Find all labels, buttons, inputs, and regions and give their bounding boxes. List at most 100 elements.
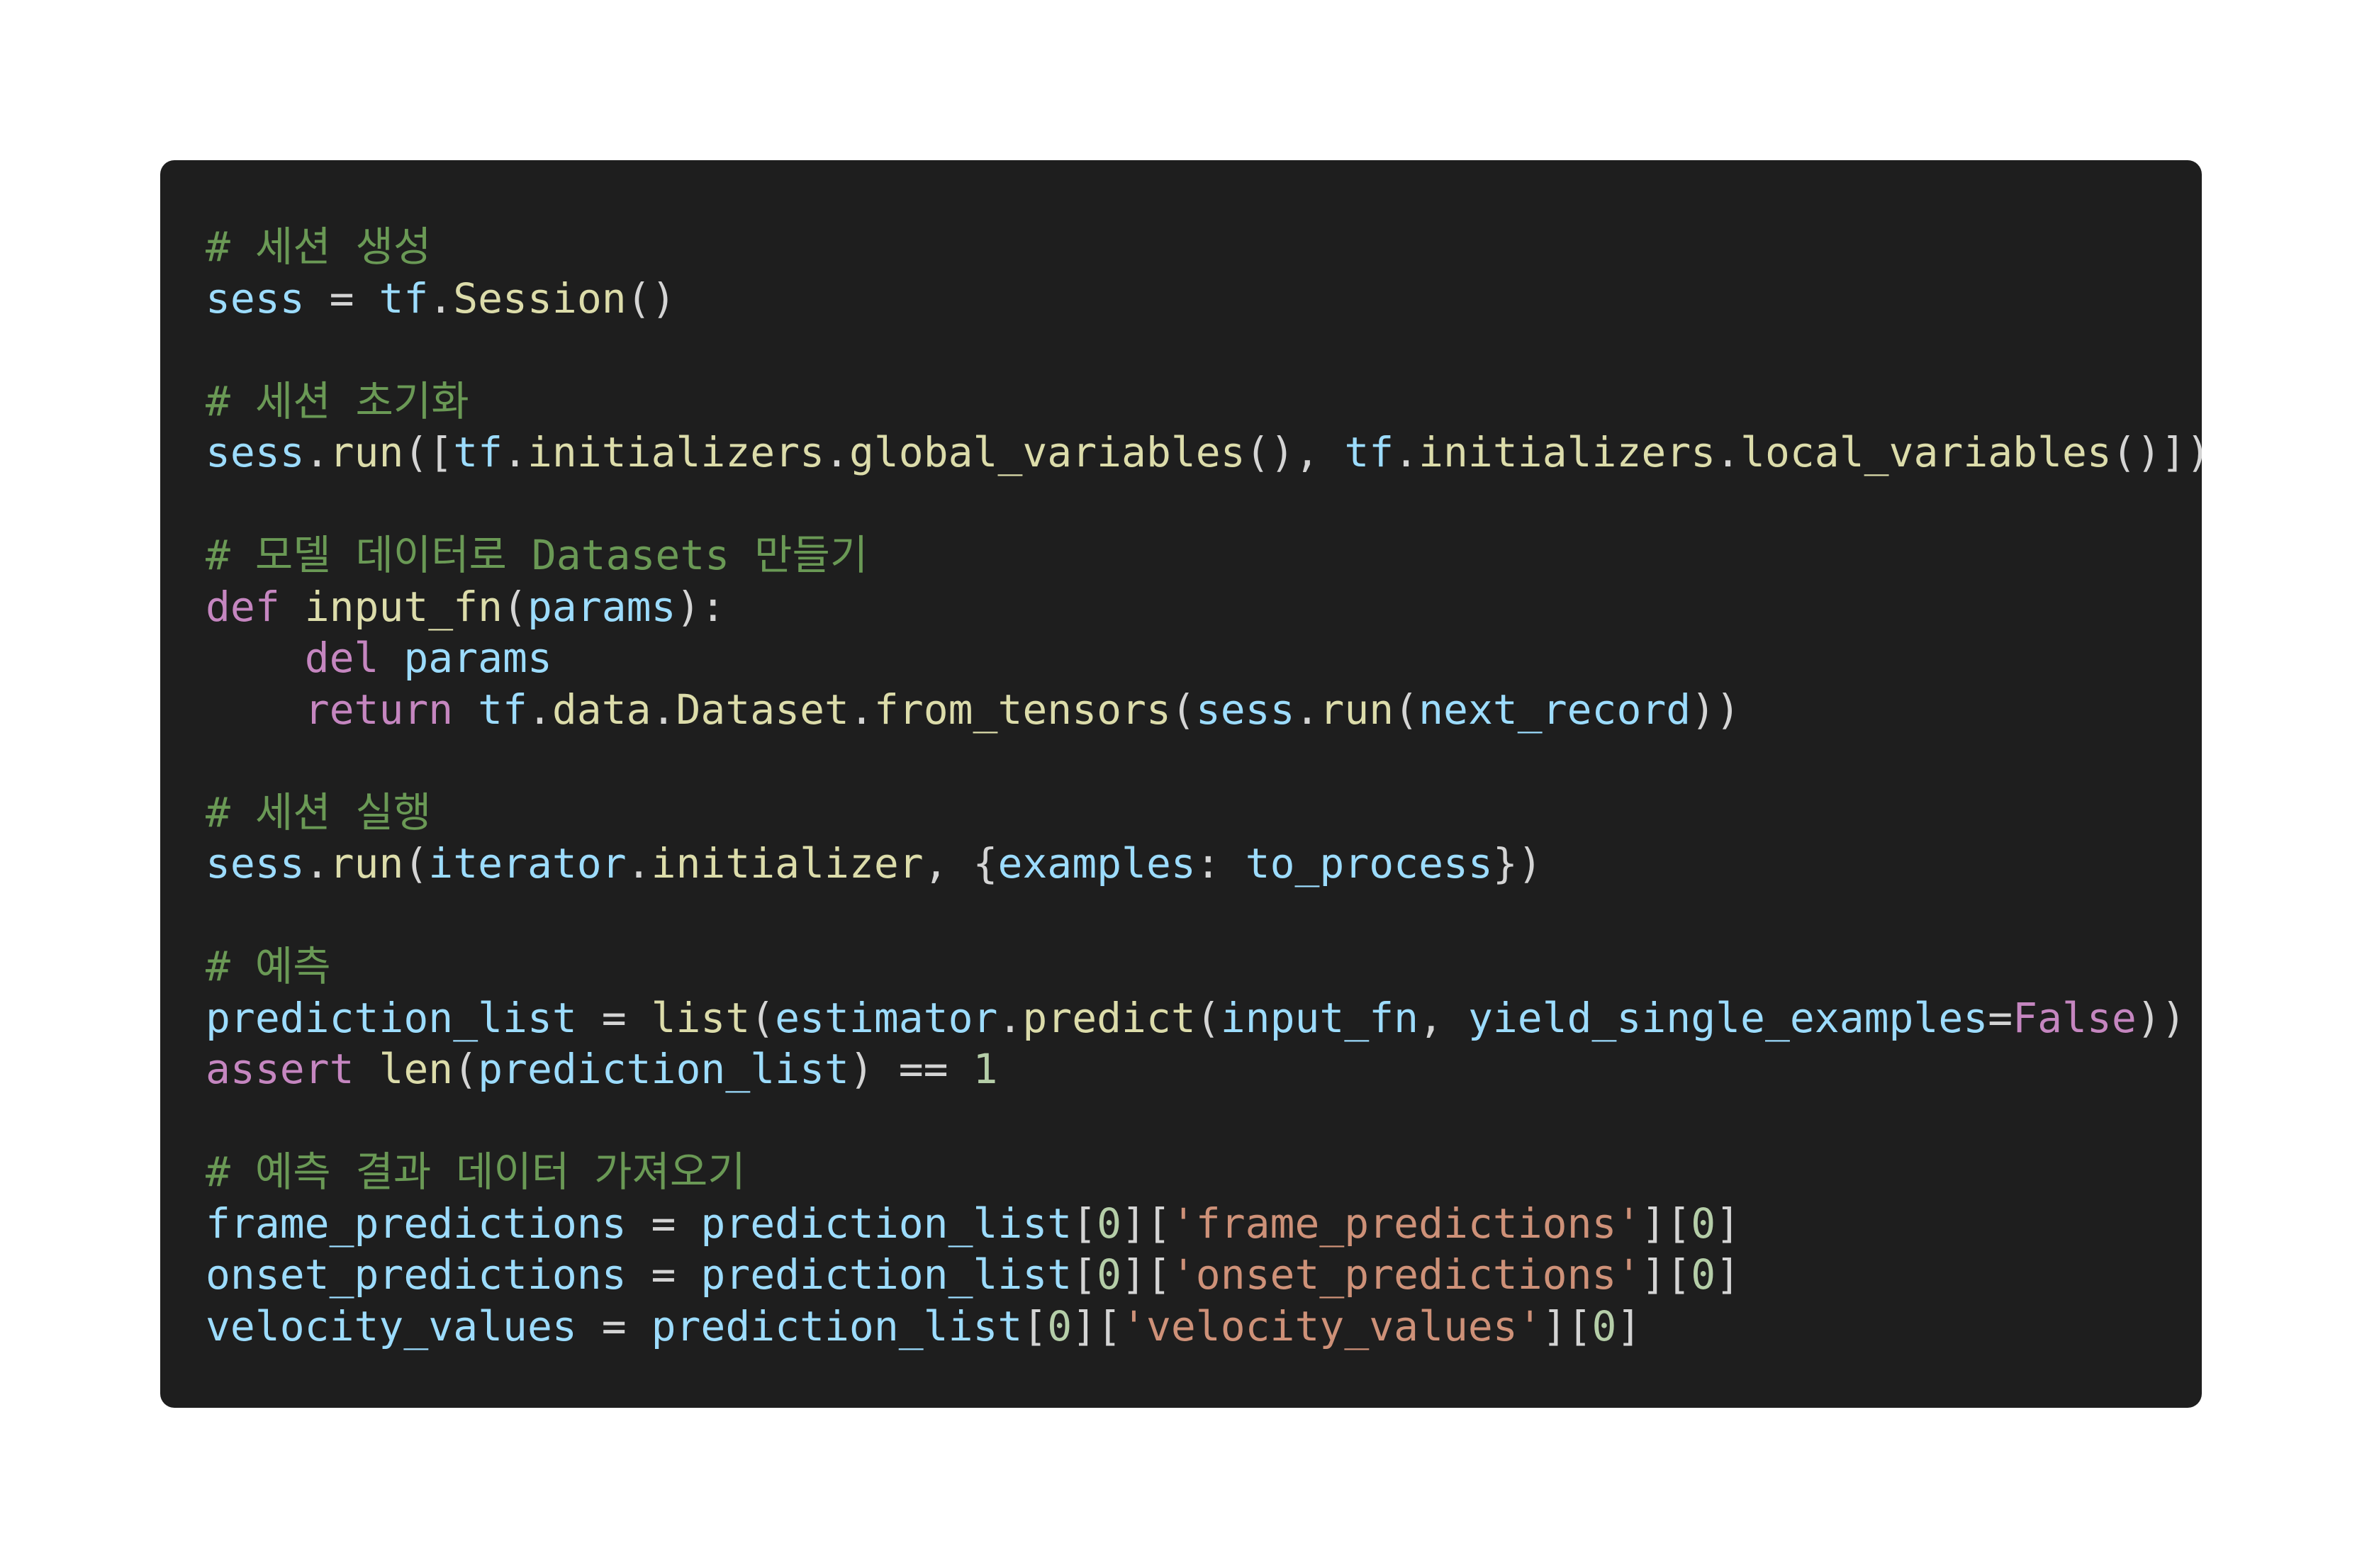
code-token-plain: [ bbox=[1072, 1199, 1097, 1248]
code-token-plain: ( bbox=[1170, 685, 1196, 734]
code-token-num: 1 bbox=[973, 1045, 998, 1093]
code-token-num: 0 bbox=[1691, 1250, 1716, 1299]
code-token-op: = bbox=[304, 274, 379, 323]
code-token-kw: def bbox=[206, 582, 280, 631]
code-line: del params bbox=[206, 632, 2202, 684]
code-token-plain: [ bbox=[1072, 1250, 1097, 1299]
code-token-op: . bbox=[304, 839, 330, 887]
code-token-op: . bbox=[1294, 685, 1320, 734]
code-token-fn: Session bbox=[453, 274, 627, 323]
code-token-plain: ( bbox=[403, 839, 429, 887]
code-token-str: 'frame_predictions' bbox=[1170, 1199, 1642, 1248]
code-token-op: = bbox=[576, 1301, 651, 1350]
code-token-var: tf bbox=[478, 685, 527, 734]
code-token-op: . bbox=[1394, 428, 1419, 476]
code-token-fn: initializers bbox=[527, 428, 825, 476]
code-token-var: params bbox=[527, 582, 676, 631]
code-token-op: . bbox=[849, 685, 874, 734]
code-token-kw: return bbox=[304, 685, 454, 734]
code-token-str: 'onset_predictions' bbox=[1170, 1250, 1642, 1299]
code-token-op: == bbox=[898, 1045, 948, 1093]
code-token-plain: }) bbox=[1492, 839, 1543, 887]
code-token-num: 0 bbox=[1097, 1250, 1122, 1299]
code-token-var: sess bbox=[206, 274, 305, 323]
code-token-fn: initializer bbox=[651, 839, 924, 887]
code-block: # 세션 생성 sess = tf.Session() # 세션 초기화 sess.r… bbox=[160, 160, 2202, 1408]
code-token-plain: ( bbox=[1394, 685, 1419, 734]
code-token-op: . bbox=[651, 685, 676, 734]
code-token-op: . bbox=[428, 274, 454, 323]
code-token-plain: (), bbox=[1245, 428, 1345, 476]
code-token-plain: ] bbox=[1715, 1199, 1741, 1248]
code-token-plain: ) bbox=[849, 1045, 899, 1093]
code-token-var: tf bbox=[1344, 428, 1394, 476]
code-token-fn: local_variables bbox=[1740, 428, 2112, 476]
code-line: sess.run(iterator.initializer, {examples… bbox=[206, 838, 2202, 890]
code-token-var: params bbox=[403, 634, 552, 682]
code-token-op: = bbox=[576, 993, 651, 1042]
code-token-var: to_process bbox=[1245, 839, 1493, 887]
code-token-var: sess bbox=[206, 428, 305, 476]
code-token-var: prediction_list bbox=[478, 1045, 849, 1093]
code-token-op: = bbox=[1988, 993, 2013, 1042]
code-token-plain: () bbox=[626, 274, 676, 323]
code-token-var: frame_predictions bbox=[206, 1199, 627, 1248]
code-token-fn: len bbox=[379, 1045, 454, 1093]
code-token-comment: # 모델 데이터로 Datasets 만들기 bbox=[206, 531, 868, 579]
code-token-op: = bbox=[626, 1250, 701, 1299]
code-token-plain: [ bbox=[1022, 1301, 1048, 1350]
code-token-plain: ( bbox=[503, 582, 527, 631]
code-token-plain: ( bbox=[453, 1045, 478, 1093]
code-line: onset_predictions = prediction_list[0]['… bbox=[206, 1249, 2202, 1301]
code-token-plain: ][ bbox=[1121, 1250, 1171, 1299]
code-token-fn: predict bbox=[1022, 993, 1196, 1042]
code-token-comment: # 예측 결과 데이터 가져오기 bbox=[206, 1148, 746, 1196]
code-token-op: . bbox=[626, 839, 651, 887]
code-token-var: tf bbox=[453, 428, 503, 476]
code-token-fn: global_variables bbox=[849, 428, 1246, 476]
code-token-comment: # 예측 bbox=[206, 942, 331, 990]
code-token-plain: ( bbox=[750, 993, 776, 1042]
code-line: # 모델 데이터로 Datasets 만들기 bbox=[206, 530, 2202, 581]
code-token-var: estimator bbox=[775, 993, 998, 1042]
code-token-fn: run bbox=[329, 839, 404, 887]
code-token-plain: ][ bbox=[1641, 1250, 1691, 1299]
code-token-plain: ][ bbox=[1121, 1199, 1171, 1248]
code-token-plain: , bbox=[1418, 993, 1468, 1042]
code-line: def input_fn(params): bbox=[206, 581, 2202, 633]
code-token-var: next_record bbox=[1418, 685, 1691, 734]
code-token-op: . bbox=[1715, 428, 1741, 476]
code-token-plain: ([ bbox=[403, 428, 454, 476]
code-token-fn: from_tensors bbox=[873, 685, 1171, 734]
code-token-var: input_fn bbox=[1220, 993, 1419, 1042]
code-token-comment: # 세션 생성 bbox=[206, 223, 432, 271]
code-line: return tf.data.Dataset.from_tensors(sess… bbox=[206, 684, 2202, 736]
code-token-plain: )) bbox=[2136, 993, 2186, 1042]
code-token-var: prediction_list bbox=[700, 1250, 1073, 1299]
code-token-kw: del bbox=[304, 634, 379, 682]
code-token-plain: )) bbox=[1691, 685, 1741, 734]
code-line: assert len(prediction_list) == 1 bbox=[206, 1043, 2202, 1095]
code-line: prediction_list = list(estimator.predict… bbox=[206, 992, 2202, 1044]
code-token-num: 0 bbox=[1097, 1199, 1122, 1248]
code-token-fn: Dataset bbox=[676, 685, 849, 734]
code-token-fn: list bbox=[651, 993, 751, 1042]
code-token-op: . bbox=[997, 993, 1023, 1042]
code-token-op: . bbox=[304, 428, 330, 476]
code-token-comment: # 세션 실행 bbox=[206, 788, 432, 836]
code-token-var: sess bbox=[206, 839, 305, 887]
code-token-op: . bbox=[503, 428, 527, 476]
code-token-plain: ][ bbox=[1542, 1301, 1592, 1350]
code-token-fn: run bbox=[329, 428, 404, 476]
code-token-kw: assert bbox=[206, 1045, 354, 1093]
code-line: velocity_values = prediction_list[0]['ve… bbox=[206, 1301, 2202, 1353]
code-line: frame_predictions = prediction_list[0]['… bbox=[206, 1198, 2202, 1250]
